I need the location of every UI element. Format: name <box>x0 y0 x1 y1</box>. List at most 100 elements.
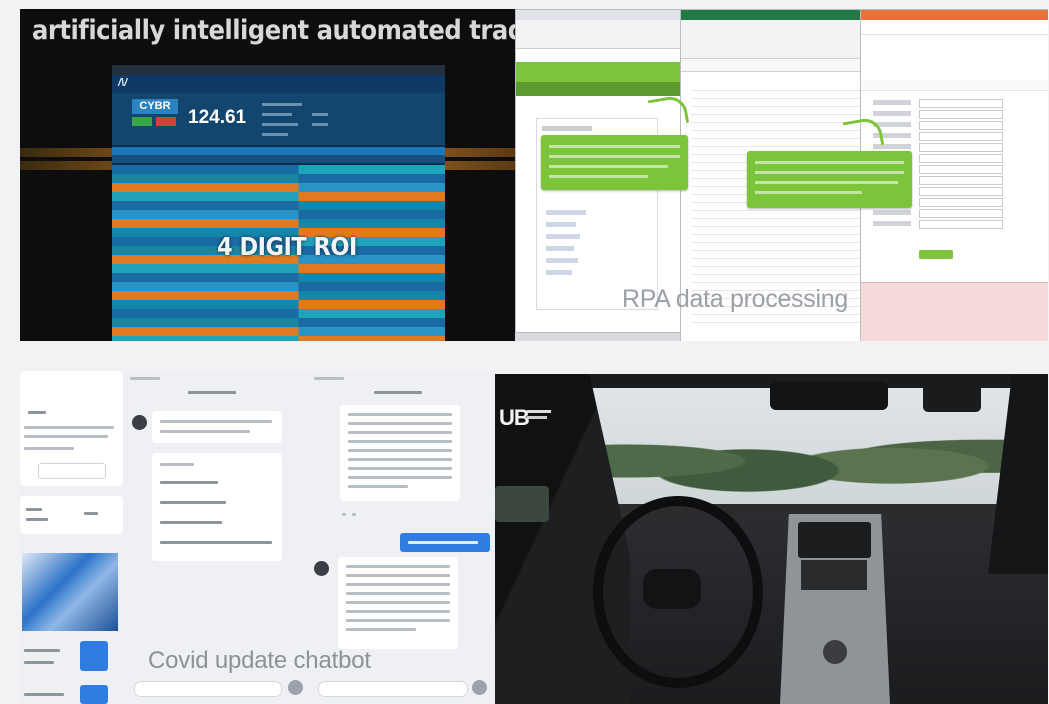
grid-header <box>112 147 445 155</box>
form-nav <box>861 80 1048 91</box>
console-screen <box>798 522 871 558</box>
chatbot-avatar-icon <box>132 415 147 430</box>
user-message-bubble <box>400 533 490 552</box>
rearview-mirror <box>770 382 888 410</box>
spreadsheet-title-bar <box>681 10 861 20</box>
form-label <box>873 210 911 215</box>
form-label <box>873 100 911 105</box>
news-image <box>22 553 118 631</box>
form-label <box>873 111 911 116</box>
trading-panel: /\/ CYBR 124.61 artificially intelligent… <box>20 9 515 341</box>
chat-option[interactable] <box>160 481 218 484</box>
news-tabs[interactable] <box>20 496 123 534</box>
news-action-button[interactable] <box>80 685 108 704</box>
panel-caption: RPA data processing <box>622 285 848 313</box>
chat-input[interactable] <box>134 681 282 697</box>
green-banner-sub <box>516 82 682 96</box>
form-title-bar <box>861 10 1048 20</box>
panel-caption: artificially intelligent automated tradi… <box>32 15 515 46</box>
chat-option[interactable] <box>160 541 272 544</box>
form-input[interactable] <box>919 220 1003 229</box>
form-input[interactable] <box>919 165 1003 174</box>
brand-logo-line <box>527 416 547 419</box>
quote-detail <box>262 123 298 126</box>
form-input[interactable] <box>919 132 1003 141</box>
chat-option[interactable] <box>160 501 226 504</box>
grid-line <box>691 122 861 123</box>
submit-button[interactable] <box>919 250 953 259</box>
grid-line <box>691 90 861 91</box>
roi-overlay-text: 4 DIGIT ROI <box>217 232 357 261</box>
form-input[interactable] <box>919 187 1003 196</box>
grid-line <box>691 218 861 219</box>
grid-line <box>691 234 861 235</box>
quote-detail <box>312 113 328 116</box>
form-input[interactable] <box>919 176 1003 185</box>
send-icon[interactable] <box>288 680 303 695</box>
chat-option[interactable] <box>160 521 222 524</box>
sensor-module <box>923 382 981 412</box>
ticker-symbol: CYBR <box>132 99 178 114</box>
chat-message <box>338 557 458 649</box>
spreadsheet-ribbon <box>681 20 861 59</box>
quote-detail <box>262 113 292 116</box>
form-input[interactable] <box>919 198 1003 207</box>
news-action-button[interactable] <box>80 641 108 671</box>
quote-box: CYBR 124.61 <box>112 93 445 145</box>
form-input[interactable] <box>919 99 1003 108</box>
form-input[interactable] <box>919 121 1003 130</box>
form-menu <box>861 20 1048 35</box>
grid-line <box>691 250 861 251</box>
formula-bar <box>681 59 861 72</box>
console-display <box>801 560 867 590</box>
grid-line <box>691 258 861 259</box>
grid-line <box>691 130 861 131</box>
chat-options-card <box>152 453 282 561</box>
buy-button[interactable] <box>132 117 152 126</box>
grid-line <box>691 210 861 211</box>
grid-line <box>691 226 861 227</box>
quote-detail <box>312 123 328 126</box>
grid-subheader <box>112 155 445 163</box>
grid-line <box>691 314 861 315</box>
rpa-callout-left <box>541 135 688 190</box>
grid-line <box>691 322 861 323</box>
grid-line <box>691 146 861 147</box>
ticker-price: 124.61 <box>188 107 247 128</box>
rpa-panel: RPA data processing <box>515 9 1048 341</box>
panel-caption: Covid update chatbot <box>148 647 371 674</box>
trees <box>555 404 1035 499</box>
grid-line <box>691 98 861 99</box>
autonomous-car-panel: UB <box>495 374 1048 704</box>
side-mirror <box>495 486 549 522</box>
grid-line <box>691 242 861 243</box>
news-card <box>20 371 123 486</box>
form-label <box>873 221 911 226</box>
chat-message <box>152 411 282 443</box>
chat-message <box>340 405 460 501</box>
form-input[interactable] <box>919 154 1003 163</box>
grid-line <box>691 106 861 107</box>
grid-line <box>691 274 861 275</box>
form-input[interactable] <box>919 110 1003 119</box>
chatbot-panel: Covid update chatbot <box>20 371 495 704</box>
window-toolbar <box>516 20 682 49</box>
trading-app-header: /\/ <box>112 75 445 93</box>
console-knob <box>823 640 847 664</box>
chat-input[interactable] <box>318 681 468 697</box>
chatbot-avatar-icon <box>314 561 329 576</box>
trading-logo-icon: /\/ <box>118 77 128 89</box>
results-table <box>861 282 1048 341</box>
form-input[interactable] <box>919 209 1003 218</box>
brand-logo: UB <box>499 405 530 430</box>
grid-row <box>112 336 445 341</box>
form-input[interactable] <box>919 143 1003 152</box>
sell-button[interactable] <box>156 117 176 126</box>
grid-line <box>691 138 861 139</box>
grid-line <box>691 282 861 283</box>
window-title-bar <box>516 10 682 20</box>
steering-hub <box>643 569 701 609</box>
send-icon[interactable] <box>472 680 487 695</box>
quote-detail <box>262 103 302 106</box>
green-banner <box>516 62 682 82</box>
